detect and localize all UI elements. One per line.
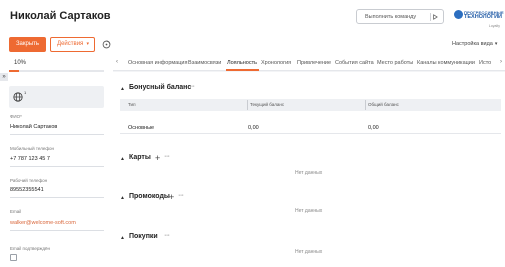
- active-tab-indicator: [226, 69, 259, 71]
- company-logo: ПРОГРЕССИВНЫЕ ТЕХНОЛОГИИ Loyalty: [454, 9, 504, 31]
- tab-loyalty[interactable]: Лояльность: [227, 60, 257, 66]
- field-label-work-phone: Рабочий телефон: [10, 178, 48, 183]
- run-command-icon[interactable]: [430, 13, 439, 21]
- more-options-icon[interactable]: ···: [164, 232, 170, 239]
- add-card-icon[interactable]: +: [155, 154, 160, 163]
- field-work-phone[interactable]: 89552355541: [10, 187, 44, 193]
- section-title-bonus: Бонусный баланс: [129, 84, 192, 91]
- more-options-icon[interactable]: ···: [164, 153, 170, 160]
- column-header-total-balance: Общий баланс: [368, 102, 399, 107]
- section-title-promo: Промокоды: [129, 193, 170, 200]
- tabs-bar: ‹ Основная информация Взаимосвязи Лояльн…: [113, 55, 505, 71]
- purchases-empty-text: Нет данных: [295, 249, 323, 255]
- more-options-icon[interactable]: ···: [189, 83, 195, 90]
- profile-progress-fill: [9, 70, 19, 72]
- actions-label: Действия: [57, 41, 84, 47]
- table-cell-current-balance: 0,00: [248, 125, 259, 131]
- logo-subtitle: Loyalty: [488, 24, 500, 28]
- more-options-icon[interactable]: ···: [178, 192, 184, 199]
- section-title-cards: Карты: [129, 154, 151, 161]
- tab-relations[interactable]: Взаимосвязи: [188, 60, 221, 66]
- settings-icon[interactable]: [102, 40, 111, 49]
- profile-progress-text: 10%: [14, 60, 27, 66]
- tab-chronology[interactable]: Хронология: [261, 60, 291, 66]
- field-underline: [10, 230, 104, 231]
- chevron-up-icon[interactable]: ▲: [120, 156, 125, 162]
- globe-icon: [13, 92, 23, 102]
- chevron-down-icon: ▾: [494, 41, 498, 47]
- field-fio[interactable]: Николай Сартаков: [10, 124, 57, 130]
- close-button[interactable]: Закрыть: [9, 37, 46, 52]
- actions-button[interactable]: Действия ▾: [50, 37, 95, 52]
- column-header-current-balance: Текущий баланс: [250, 102, 285, 107]
- logo-line2: ТЕХНОЛОГИИ: [464, 14, 502, 20]
- field-underline: [10, 197, 104, 198]
- tab-history[interactable]: Исто: [479, 60, 491, 66]
- add-promo-icon[interactable]: +: [169, 193, 174, 202]
- command-input[interactable]: Выполнить команду: [356, 9, 444, 24]
- field-label-email-confirmed: Email подтверждён: [10, 246, 50, 251]
- tabs-scroll-left-icon[interactable]: ‹: [116, 59, 118, 65]
- tab-acquisition[interactable]: Привлечение: [297, 60, 331, 66]
- loyalty-content: ▲ Бонусный баланс ··· Тип Текущий баланс…: [113, 72, 505, 267]
- command-placeholder: Выполнить команду: [365, 14, 417, 20]
- table-row-divider: [120, 133, 501, 134]
- tab-workplace[interactable]: Место работы: [377, 60, 413, 66]
- column-divider: [247, 100, 248, 110]
- avatar-badge: 1: [24, 90, 27, 95]
- chevron-up-icon[interactable]: ▲: [120, 86, 125, 92]
- toolbar: Закрыть Действия ▾: [0, 33, 505, 55]
- field-email[interactable]: walker@welcome-soft.com: [10, 220, 76, 226]
- field-mobile-phone[interactable]: +7 787 123 45 7: [10, 156, 50, 162]
- email-confirmed-checkbox[interactable]: [10, 254, 17, 261]
- avatar[interactable]: 1: [9, 86, 104, 108]
- tab-main-info[interactable]: Основная информация: [128, 60, 187, 66]
- section-title-purchases: Покупки: [129, 233, 158, 240]
- view-settings-label: Настройка вида: [452, 41, 493, 47]
- logo-mark-icon: [454, 10, 463, 19]
- chevron-up-icon[interactable]: ▲: [120, 235, 125, 241]
- field-label-email: Email: [10, 209, 22, 214]
- field-label-fio: ФИО*: [10, 114, 22, 119]
- page-title: Николай Сартаков: [10, 10, 111, 22]
- view-settings-dropdown[interactable]: Настройка вида ▾: [452, 41, 497, 47]
- column-divider: [365, 100, 366, 110]
- tab-site-events[interactable]: События сайта: [335, 60, 374, 66]
- tab-communication-channels[interactable]: Каналы коммуникации: [417, 60, 475, 66]
- page-header: Николай Сартаков Выполнить команду ПРОГР…: [0, 0, 505, 33]
- tabs-scroll-right-icon[interactable]: ›: [500, 59, 502, 65]
- cards-empty-text: Нет данных: [295, 170, 323, 176]
- table-cell-total-balance: 0,00: [368, 125, 379, 131]
- profile-progress-bar: [9, 70, 104, 72]
- bonus-table-header: Тип Текущий баланс Общий баланс: [120, 99, 501, 111]
- field-underline: [10, 166, 104, 167]
- field-underline: [10, 134, 104, 135]
- column-header-type: Тип: [128, 102, 136, 107]
- field-label-mobile: Мобильный телефон: [10, 146, 55, 151]
- promo-empty-text: Нет данных: [295, 208, 323, 214]
- chevron-down-icon: ▾: [86, 41, 89, 47]
- collapse-panel-icon[interactable]: »: [0, 73, 8, 81]
- table-cell-type: Основные: [128, 125, 155, 131]
- chevron-up-icon[interactable]: ▲: [120, 195, 125, 201]
